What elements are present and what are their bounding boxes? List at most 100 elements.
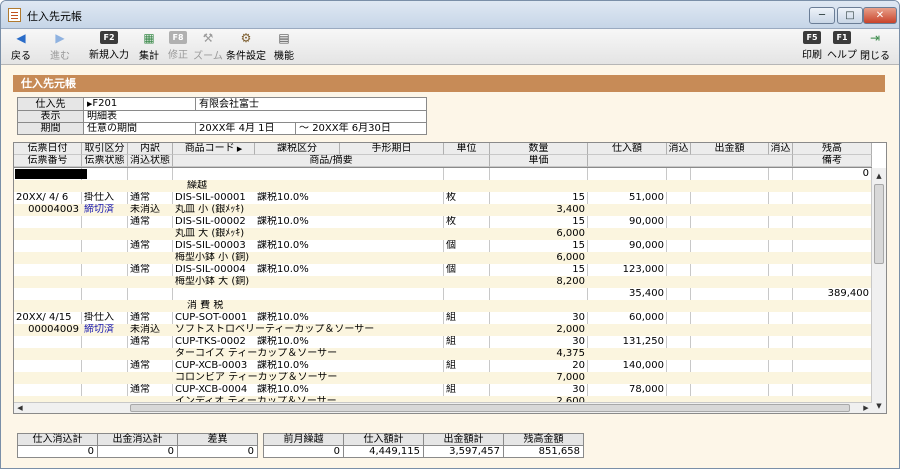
cell-qty: 15: [572, 240, 585, 251]
col-remarks[interactable]: 備考: [793, 155, 872, 167]
horizontal-scroll-thumb[interactable]: [130, 404, 850, 412]
table-row[interactable]: 通常 DIS-SIL-00003 課税10.0% 個 15 90,000: [14, 240, 872, 252]
cell-amount: 60,000: [629, 312, 664, 323]
cell-qty: 30: [572, 312, 585, 323]
col-purchase-amount[interactable]: 仕入額: [588, 143, 667, 155]
display-value[interactable]: 明細表: [83, 110, 427, 123]
col-reconcile-1[interactable]: 消込: [667, 143, 691, 155]
supplier-label: 仕入先: [17, 97, 84, 111]
table-row[interactable]: 通常 CUP-XCB-0003 課税10.0% 組 20 140,000: [14, 360, 872, 372]
cell-code: ソフトストロベリーティーカップ＆ソーサー: [175, 324, 375, 335]
col-balance[interactable]: 残高: [793, 143, 872, 155]
cell-code: ターコイズ ティーカップ＆ソーサー: [175, 348, 338, 359]
period-select[interactable]: 任意の期間: [83, 122, 196, 135]
cell-type: 掛仕入: [84, 192, 114, 203]
table-row[interactable]: 梅型小鉢 大 (銅) 8,200: [14, 276, 872, 288]
scroll-down-icon[interactable]: ▼: [873, 400, 885, 412]
cell-number: 00004009: [28, 324, 79, 335]
date-to-field[interactable]: ～ 20XX年 6月30日: [295, 122, 427, 135]
table-row[interactable]: ターコイズ ティーカップ＆ソーサー 4,375: [14, 348, 872, 360]
table-row[interactable]: 繰越: [14, 180, 872, 192]
correct-button[interactable]: F8 修正: [165, 31, 191, 63]
zoom-icon: ⚒: [202, 31, 214, 45]
cell-balance: 0: [862, 168, 869, 179]
cell-qty: 30: [572, 384, 585, 395]
col-date[interactable]: 伝票日付: [14, 143, 82, 155]
close-button[interactable]: ⇥ 閉じる: [859, 31, 891, 63]
back-button[interactable]: ◀ 戻る: [7, 31, 35, 63]
scroll-right-icon[interactable]: ▶: [860, 403, 872, 413]
table-row[interactable]: 通常 CUP-TKS-0002 課税10.0% 組 30 131,250: [14, 336, 872, 348]
purchase-reconcile-total-label: 仕入消込計: [17, 433, 98, 446]
supplier-code-field[interactable]: ▶F201: [83, 97, 196, 111]
zoom-button[interactable]: ⚒ ズーム: [193, 31, 223, 63]
table-row[interactable]: 35,400 389,400: [14, 288, 872, 300]
functions-button[interactable]: ▤ 機能: [271, 31, 297, 63]
forward-button[interactable]: ▶ 進む: [45, 31, 75, 63]
table-row[interactable]: 梅型小鉢 小 (銅) 6,000: [14, 252, 872, 264]
difference-value: 0: [177, 445, 258, 458]
cell-cstatus: 未消込: [130, 324, 160, 335]
table-row[interactable]: コロンビア ティーカップ＆ソーサー 7,000: [14, 372, 872, 384]
print-button[interactable]: F5 印刷: [799, 31, 825, 63]
cell-amount: 90,000: [629, 240, 664, 251]
table-row[interactable]: 消 費 税: [14, 300, 872, 312]
f8-key-icon: F8: [169, 31, 187, 44]
table-row[interactable]: 0: [14, 168, 872, 180]
close-window-button[interactable]: ✕: [863, 7, 897, 24]
col-reconcile-2[interactable]: 消込: [769, 143, 793, 155]
reconcile-totals: 仕入消込計 出金消込計 差異 0 0 0: [17, 433, 258, 458]
col-qty[interactable]: 数量: [490, 143, 588, 155]
cell-qty: 8,200: [556, 276, 585, 287]
new-entry-button[interactable]: F2 新規入力: [87, 31, 131, 63]
cell-qty: 7,000: [556, 372, 585, 383]
title-bar: 仕入先元帳 ─ □ ✕: [1, 1, 899, 29]
col-payment[interactable]: 出金額: [691, 143, 769, 155]
cell-detail: 通常: [130, 360, 150, 371]
cell-amount: 51,000: [629, 192, 664, 203]
cell-qty: 3,400: [556, 204, 585, 215]
col-detail[interactable]: 内訳: [128, 143, 173, 155]
table-row[interactable]: 00004003 締切済 未消込 丸皿 小 (銀ﾒｯｷ) 3,400: [14, 204, 872, 216]
scroll-left-icon[interactable]: ◀: [14, 403, 26, 413]
selected-cell[interactable]: [15, 169, 87, 179]
col-unit[interactable]: 単位: [444, 143, 490, 155]
vertical-scroll-thumb[interactable]: [874, 184, 884, 264]
col-reconcile-status[interactable]: 消込状態: [128, 155, 173, 167]
exit-icon: ⇥: [869, 31, 881, 45]
scroll-up-icon[interactable]: ▲: [873, 170, 885, 182]
table-row[interactable]: 丸皿 大 (銀ﾒｯｷ) 6,000: [14, 228, 872, 240]
grid-body[interactable]: 0 繰越 20XX/ 4/ 6 掛仕入 通常 DIS-SIL-00001 課税10.0% 枚 1…: [14, 168, 872, 404]
col-product-code[interactable]: 商品コード ▶: [173, 143, 255, 155]
table-row[interactable]: 通常 DIS-SIL-00002 課税10.0% 枚 15 90,000: [14, 216, 872, 228]
table-row[interactable]: 20XX/ 4/ 6 掛仕入 通常 DIS-SIL-00001 課税10.0% 枚 15 51…: [14, 192, 872, 204]
col-slip-status[interactable]: 伝票状態: [82, 155, 128, 167]
col-slip-number[interactable]: 伝票番号: [14, 155, 82, 167]
window-title: 仕入先元帳: [27, 10, 82, 23]
cell-detail: 通常: [130, 216, 150, 227]
summary-button[interactable]: ▦ 集計: [135, 31, 163, 63]
vertical-scrollbar[interactable]: ▲ ▼: [871, 168, 886, 413]
cell-number: 00004003: [28, 204, 79, 215]
col-type[interactable]: 取引区分: [82, 143, 128, 155]
col-tax[interactable]: 課税区分: [255, 143, 340, 155]
table-row[interactable]: 20XX/ 4/15 掛仕入 通常 CUP-SOT-0001 課税10.0% 組 30 60,…: [14, 312, 872, 324]
maximize-button[interactable]: □: [837, 7, 863, 24]
horizontal-scrollbar[interactable]: ◀ ▶: [14, 402, 872, 413]
ledger-grid[interactable]: 伝票日付 取引区分 内訳 商品コード ▶ 課税区分 手形期日 単位 数量 仕入額…: [13, 142, 887, 414]
date-from-field[interactable]: 20XX年 4月 1日: [195, 122, 296, 135]
help-button[interactable]: F1 ヘルプ: [827, 31, 857, 63]
col-product-name[interactable]: 商品/摘要: [173, 155, 490, 167]
cell-qty: 20: [572, 360, 585, 371]
cell-unit: 枚: [446, 216, 456, 227]
table-row[interactable]: 00004009 締切済 未消込 ソフトストロベリーティーカップ＆ソーサー 2,000: [14, 324, 872, 336]
f1-key-icon: F1: [833, 31, 851, 44]
table-row[interactable]: 通常 CUP-XCB-0004 課税10.0% 組 30 78,000: [14, 384, 872, 396]
table-row[interactable]: 通常 DIS-SIL-00004 課税10.0% 個 15 123,000: [14, 264, 872, 276]
col-unit-price[interactable]: 単価: [490, 155, 588, 167]
cell-code: 繰越: [187, 180, 207, 191]
ledger-header: 仕入先 ▶F201 有限会社富士 表示 明細表 期間 任意の期間 20XX年 4…: [17, 97, 427, 135]
conditions-button[interactable]: ⚙ 条件設定: [225, 31, 267, 63]
col-bill-due[interactable]: 手形期日: [340, 143, 444, 155]
minimize-button[interactable]: ─: [809, 7, 835, 24]
